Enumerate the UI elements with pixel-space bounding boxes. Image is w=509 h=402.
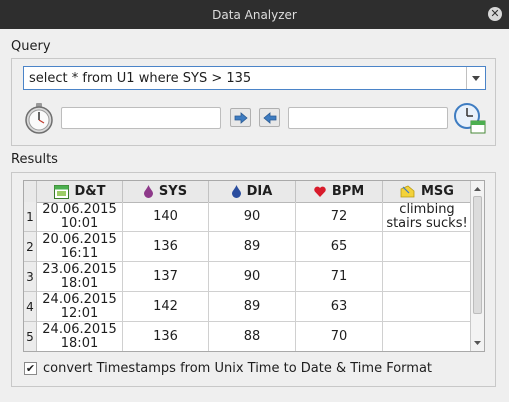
cell-sys[interactable]: 136 [123, 322, 209, 351]
column-label: DIA [246, 184, 273, 199]
convert-timestamps-label: convert Timestamps from Unix Time to Dat… [43, 361, 433, 376]
time-text: 10:01 [60, 215, 99, 231]
clock-calendar-icon[interactable] [453, 101, 487, 135]
arrow-left-icon [262, 111, 276, 124]
cell-sys[interactable]: 142 [123, 292, 209, 322]
cell-datetime[interactable]: 20.06.2015 16:11 [37, 232, 123, 262]
column-label: D&T [74, 184, 106, 199]
column-header-dia[interactable]: DIA [209, 181, 296, 202]
time-text: 18:01 [60, 335, 99, 351]
scrollbar-thumb[interactable] [473, 196, 482, 314]
cell-sys[interactable]: 140 [123, 202, 209, 232]
back-button[interactable] [259, 108, 280, 127]
cell-dia[interactable]: 89 [209, 292, 296, 322]
cell-msg[interactable] [383, 292, 472, 322]
stopwatch-icon[interactable] [23, 102, 55, 134]
cell-bpm[interactable]: 71 [296, 262, 383, 292]
corner-header[interactable] [24, 181, 37, 202]
column-header-sys[interactable]: SYS [123, 181, 209, 202]
row-number[interactable]: 4 [24, 292, 37, 322]
column-label: SYS [158, 184, 188, 199]
time-text: 18:01 [60, 275, 99, 291]
time-text: 12:01 [60, 305, 99, 321]
cell-msg[interactable]: climbing stairs sucks! [383, 202, 472, 232]
cell-bpm[interactable]: 70 [296, 322, 383, 351]
cell-datetime[interactable]: 24.06.2015 12:01 [37, 292, 123, 322]
convert-timestamps-checkbox[interactable]: ✔ [24, 362, 37, 375]
heart-icon [314, 186, 326, 197]
close-icon: ✕ [490, 7, 500, 20]
title-bar: Data Analyzer ✕ [0, 0, 509, 29]
cell-dia[interactable]: 90 [209, 202, 296, 232]
table-vertical-scrollbar[interactable] [470, 181, 484, 351]
from-field[interactable] [61, 107, 221, 129]
cell-datetime[interactable]: 20.06.2015 10:01 [37, 202, 123, 232]
calendar-icon [53, 185, 69, 199]
cell-dia[interactable]: 88 [209, 322, 296, 351]
cell-bpm[interactable]: 65 [296, 232, 383, 262]
row-number[interactable]: 5 [24, 322, 37, 351]
date-text: 20.06.2015 [42, 201, 117, 217]
cell-msg[interactable] [383, 232, 472, 262]
chevron-down-icon[interactable] [466, 67, 485, 89]
cell-dia[interactable]: 90 [209, 262, 296, 292]
row-number[interactable]: 2 [24, 232, 37, 262]
query-text: select * from U1 where SYS > 135 [29, 70, 252, 86]
forward-button[interactable] [230, 108, 251, 127]
column-header-bpm[interactable]: BPM [296, 181, 383, 202]
cell-msg[interactable] [383, 262, 472, 292]
date-text: 24.06.2015 [42, 321, 117, 337]
time-text: 16:11 [60, 245, 99, 261]
blood-drop-blue-icon [231, 185, 241, 198]
results-group-label: Results [11, 152, 58, 167]
row-number[interactable]: 3 [24, 262, 37, 292]
cell-datetime[interactable]: 23.06.2015 18:01 [37, 262, 123, 292]
column-label: BPM [331, 184, 365, 199]
query-combobox[interactable]: select * from U1 where SYS > 135 [23, 66, 486, 90]
column-header-msg[interactable]: MSG [383, 181, 472, 202]
scroll-up-icon[interactable] [471, 182, 484, 196]
column-label: MSG [421, 184, 454, 199]
results-table[interactable]: D&T SYS DIA BPM MSG 1 20.06.2015 10:01 1… [23, 180, 485, 352]
query-group-label: Query [11, 39, 51, 54]
cell-bpm[interactable]: 72 [296, 202, 383, 232]
date-text: 23.06.2015 [42, 261, 117, 277]
cell-datetime[interactable]: 24.06.2015 18:01 [37, 321, 123, 351]
blood-drop-purple-icon [143, 185, 153, 198]
row-number[interactable]: 1 [24, 202, 37, 232]
cell-bpm[interactable]: 63 [296, 292, 383, 322]
column-header-dt[interactable]: D&T [37, 181, 123, 202]
sticky-note-icon [400, 185, 415, 198]
scroll-down-icon[interactable] [471, 336, 484, 350]
arrow-right-icon [234, 111, 248, 124]
cell-sys[interactable]: 136 [123, 232, 209, 262]
check-mark-icon: ✔ [25, 362, 36, 375]
cell-sys[interactable]: 137 [123, 262, 209, 292]
to-field[interactable] [288, 107, 448, 129]
close-button[interactable]: ✕ [488, 7, 502, 21]
table-header: D&T SYS DIA BPM MSG [24, 181, 472, 203]
date-text: 24.06.2015 [42, 291, 117, 307]
cell-msg[interactable] [383, 322, 472, 351]
cell-dia[interactable]: 89 [209, 232, 296, 262]
date-text: 20.06.2015 [42, 231, 117, 247]
convert-timestamps-option[interactable]: ✔ convert Timestamps from Unix Time to D… [24, 361, 432, 376]
window-title: Data Analyzer [212, 7, 297, 22]
